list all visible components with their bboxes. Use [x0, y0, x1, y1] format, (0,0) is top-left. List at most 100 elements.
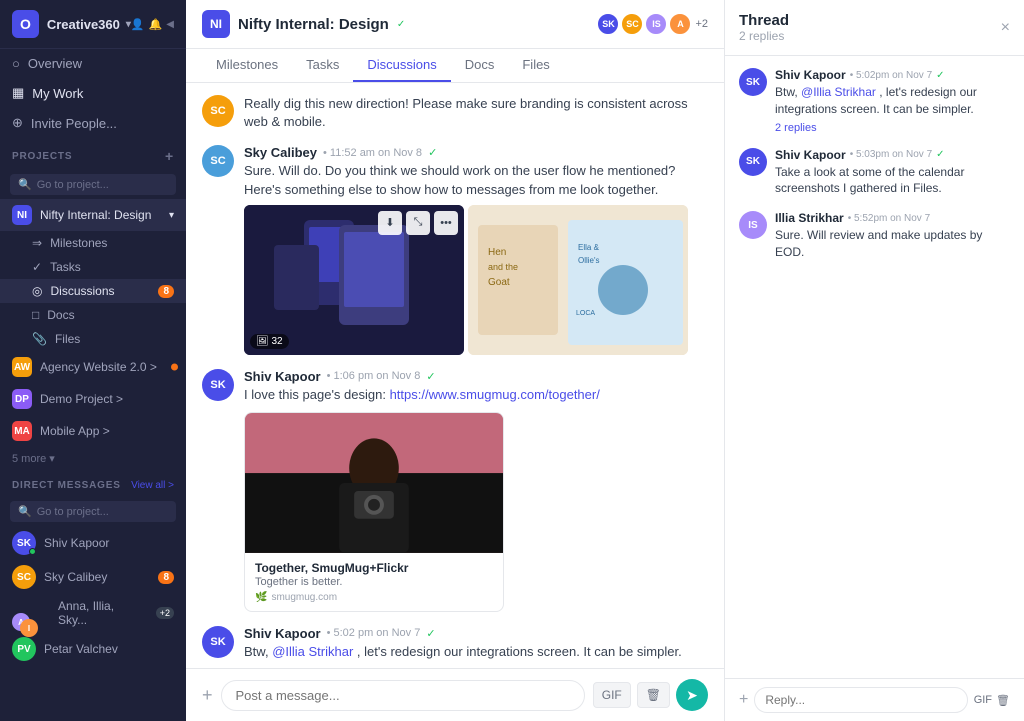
- thread-close-btn[interactable]: ×: [1001, 19, 1010, 37]
- link-preview: Together, SmugMug+Flickr Together is bet…: [244, 412, 504, 612]
- sidebar-item-overview[interactable]: ○ Overview: [0, 49, 186, 78]
- sidebar-item-docs[interactable]: □ Docs: [0, 303, 186, 327]
- sidebar-item-milestones[interactable]: ⇒ Milestones: [0, 231, 186, 255]
- view-all-btn[interactable]: View all >: [131, 480, 174, 491]
- sidebar-project-agency[interactable]: AW Agency Website 2.0 >: [0, 351, 186, 383]
- msg-avatar-sky: SC: [202, 145, 234, 177]
- sky-author: Sky Calibey: [244, 145, 317, 160]
- dm-shiv[interactable]: SK Shiv Kapoor: [0, 526, 186, 560]
- thread-reply-input[interactable]: [754, 687, 967, 713]
- preview-photo: [245, 413, 503, 553]
- preview-image: [245, 413, 503, 553]
- smugmug-link[interactable]: https://www.smugmug.com/together/: [390, 387, 600, 402]
- sky-image-1[interactable]: ⬇ ⤡ ••• 🖼 32: [244, 205, 464, 355]
- app-brand[interactable]: Creative360 ▾: [47, 17, 131, 32]
- shiv-link-verified: ✓: [426, 370, 435, 383]
- image-overlay: ⬇ ⤡ •••: [378, 211, 458, 235]
- member-avatar-3: IS: [645, 13, 667, 35]
- thread-emoji-btn[interactable]: 🗑: [996, 694, 1010, 707]
- download-btn[interactable]: ⬇: [378, 211, 402, 235]
- agency-dot: [171, 364, 178, 371]
- dm-group-name: Anna, Illia, Sky...: [58, 599, 144, 627]
- shiv-mention-verified: ✓: [426, 627, 435, 640]
- svg-text:Ollie's: Ollie's: [578, 256, 600, 265]
- dm-sky[interactable]: SC Sky Calibey 8: [0, 560, 186, 594]
- illia-mention[interactable]: @Illia Strikhar: [272, 644, 353, 659]
- msg-text-branding: Really dig this new direction! Please ma…: [244, 95, 708, 131]
- header-icon2[interactable]: 🔔: [149, 18, 163, 31]
- gif-btn[interactable]: GIF: [593, 682, 631, 708]
- dm-section-header: DIRECT MESSAGES View all >: [0, 470, 186, 495]
- overview-label: Overview: [28, 56, 82, 71]
- app-logo[interactable]: O: [12, 10, 39, 38]
- tab-discussions[interactable]: Discussions: [353, 49, 450, 82]
- message-row-shiv-mention: SK Shiv Kapoor • 5:02 pm on Nov 7 ✓ Btw,…: [202, 626, 708, 668]
- collapse-icon[interactable]: ◀: [166, 19, 174, 30]
- sidebar-item-discussions[interactable]: ◎ Discussions 8: [0, 279, 186, 303]
- msg-content-branding: Really dig this new direction! Please ma…: [244, 95, 708, 131]
- project-title: Nifty Internal: Design: [238, 16, 389, 33]
- tab-tasks[interactable]: Tasks: [292, 49, 353, 82]
- thread-mention-1[interactable]: @Illia Strikhar: [801, 85, 876, 99]
- overview-icon: ○: [12, 56, 20, 71]
- shiv-mention-time: • 5:02 pm on Nov 7: [327, 627, 421, 639]
- nifty-label: Nifty Internal: Design: [40, 208, 161, 222]
- thread-verified-1: ✓: [936, 70, 944, 81]
- sky-text: Sure. Will do. Do you think we should wo…: [244, 162, 708, 198]
- svg-text:and the: and the: [488, 262, 518, 272]
- sidebar: O Creative360 ▾ 👤 🔔 ◀ ○ Overview ▦ My Wo…: [0, 0, 186, 721]
- tab-docs[interactable]: Docs: [451, 49, 509, 82]
- more-btn[interactable]: •••: [434, 211, 458, 235]
- sidebar-item-invite-people[interactable]: ⊕ Invite People...: [0, 108, 186, 138]
- tab-files[interactable]: Files: [508, 49, 563, 82]
- sidebar-project-nifty[interactable]: NI Nifty Internal: Design ▾: [0, 199, 186, 231]
- add-project-btn[interactable]: +: [165, 148, 174, 164]
- dm-petar[interactable]: PV Petar Valchev: [0, 632, 186, 666]
- msg-content-shiv-link: Shiv Kapoor • 1:06 pm on Nov 8 ✓ I love …: [244, 369, 708, 612]
- thread-sub-replies-1[interactable]: 2 replies: [775, 122, 1010, 134]
- dm-group[interactable]: A I Anna, Illia, Sky... +2: [0, 594, 186, 632]
- header-icon1[interactable]: 👤: [131, 18, 145, 31]
- msg-header-sky: Sky Calibey • 11:52 am on Nov 8 ✓: [244, 145, 708, 160]
- nifty-avatar: NI: [12, 205, 32, 225]
- shiv-link-author: Shiv Kapoor: [244, 369, 321, 384]
- thread-add-btn[interactable]: +: [739, 691, 748, 709]
- more-projects-btn[interactable]: 5 more ▾: [0, 447, 186, 470]
- project-verified-icon: ✓: [397, 19, 405, 30]
- thread-content-1: Shiv Kapoor • 5:02pm on Nov 7 ✓ Btw, @Il…: [775, 68, 1010, 134]
- sidebar-project-demo[interactable]: DP Demo Project >: [0, 383, 186, 415]
- project-header-avatar: NI: [202, 10, 230, 38]
- sky-image-2[interactable]: Hen and the Goat Ella & Ollie's LOCA: [468, 205, 688, 355]
- main-content: NI Nifty Internal: Design ✓ SK SC IS A +…: [186, 0, 724, 721]
- brand-name: Creative360: [47, 17, 120, 32]
- thread-msg-3: IS Illia Strikhar • 5:52pm on Nov 7 Sure…: [739, 211, 1010, 261]
- dm-search[interactable]: 🔍 Go to project...: [10, 501, 176, 522]
- mobile-avatar: MA: [12, 421, 32, 441]
- header-actions: 👤 🔔 ◀: [131, 18, 174, 31]
- thread-content-3: Illia Strikhar • 5:52pm on Nov 7 Sure. W…: [775, 211, 1010, 261]
- project-search[interactable]: 🔍 Go to project...: [10, 174, 176, 195]
- sidebar-item-files[interactable]: 📎 Files: [0, 327, 186, 351]
- sidebar-project-mobile[interactable]: MA Mobile App >: [0, 415, 186, 447]
- dm-sky-avatar: SC: [12, 565, 36, 589]
- thread-gif-btn[interactable]: GIF: [974, 694, 992, 706]
- thread-time-1: • 5:02pm on Nov 7: [850, 70, 932, 81]
- tab-milestones[interactable]: Milestones: [202, 49, 292, 82]
- header-members: SK SC IS A +2: [597, 13, 708, 35]
- sidebar-item-tasks[interactable]: ✓ Tasks: [0, 255, 186, 279]
- thread-text-3: Sure. Will review and make updates by EO…: [775, 227, 1010, 261]
- msg-header-shiv: Shiv Kapoor • 1:06 pm on Nov 8 ✓: [244, 369, 708, 384]
- group-avatar-2: I: [20, 619, 38, 637]
- tasks-label: Tasks: [50, 260, 81, 274]
- send-btn[interactable]: ➤: [676, 679, 708, 711]
- thread-time-3: • 5:52pm on Nov 7: [848, 213, 930, 224]
- member-avatar-4: A: [669, 13, 691, 35]
- thread-panel: Thread 2 replies × SK Shiv Kapoor • 5:02…: [724, 0, 1024, 721]
- message-input[interactable]: [221, 680, 585, 711]
- sidebar-item-my-work[interactable]: ▦ My Work: [0, 78, 186, 108]
- thread-header-text: Thread 2 replies: [739, 12, 789, 43]
- fullscreen-btn[interactable]: ⤡: [406, 211, 430, 235]
- message-add-btn[interactable]: +: [202, 685, 213, 706]
- emoji-btn[interactable]: 🗑: [637, 682, 670, 708]
- thread-msg-1: SK Shiv Kapoor • 5:02pm on Nov 7 ✓ Btw, …: [739, 68, 1010, 134]
